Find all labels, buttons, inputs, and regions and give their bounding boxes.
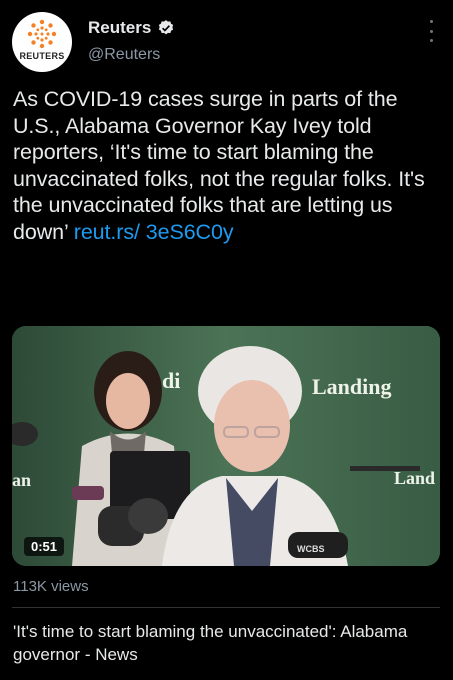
view-count: 113K views (13, 578, 89, 595)
verified-badge-icon (159, 20, 174, 35)
link-card-title[interactable]: 'It's time to start blaming the unvaccin… (13, 620, 441, 666)
tweet-link[interactable]: reut.rs/ 3eS6C0y (74, 220, 234, 244)
video-player[interactable]: Landing di Land an WCBS 0:51 (12, 326, 440, 566)
backdrop-sign-text: Landing (312, 374, 392, 399)
author-display-name[interactable]: Reuters (88, 18, 151, 38)
backdrop-sign-text-partial: di (162, 368, 180, 393)
microphone-label: WCBS (297, 544, 325, 554)
reuters-logo-icon (27, 19, 57, 49)
author-name-row: Reuters (88, 16, 175, 40)
tweet-header: REUTERS Reuters @Reuters (12, 10, 442, 72)
backdrop-sign-text-left: an (12, 470, 31, 490)
avatar-logo-text: REUTERS (19, 51, 65, 61)
author-handle[interactable]: @Reuters (88, 46, 160, 64)
video-duration: 0:51 (24, 537, 65, 556)
card-divider (12, 607, 440, 608)
more-options-icon[interactable] (424, 20, 438, 42)
video-frame: Landing di Land an WCBS (12, 326, 440, 566)
tweet-text: As COVID-19 cases surge in parts of the … (13, 86, 443, 245)
avatar[interactable]: REUTERS (12, 12, 72, 72)
